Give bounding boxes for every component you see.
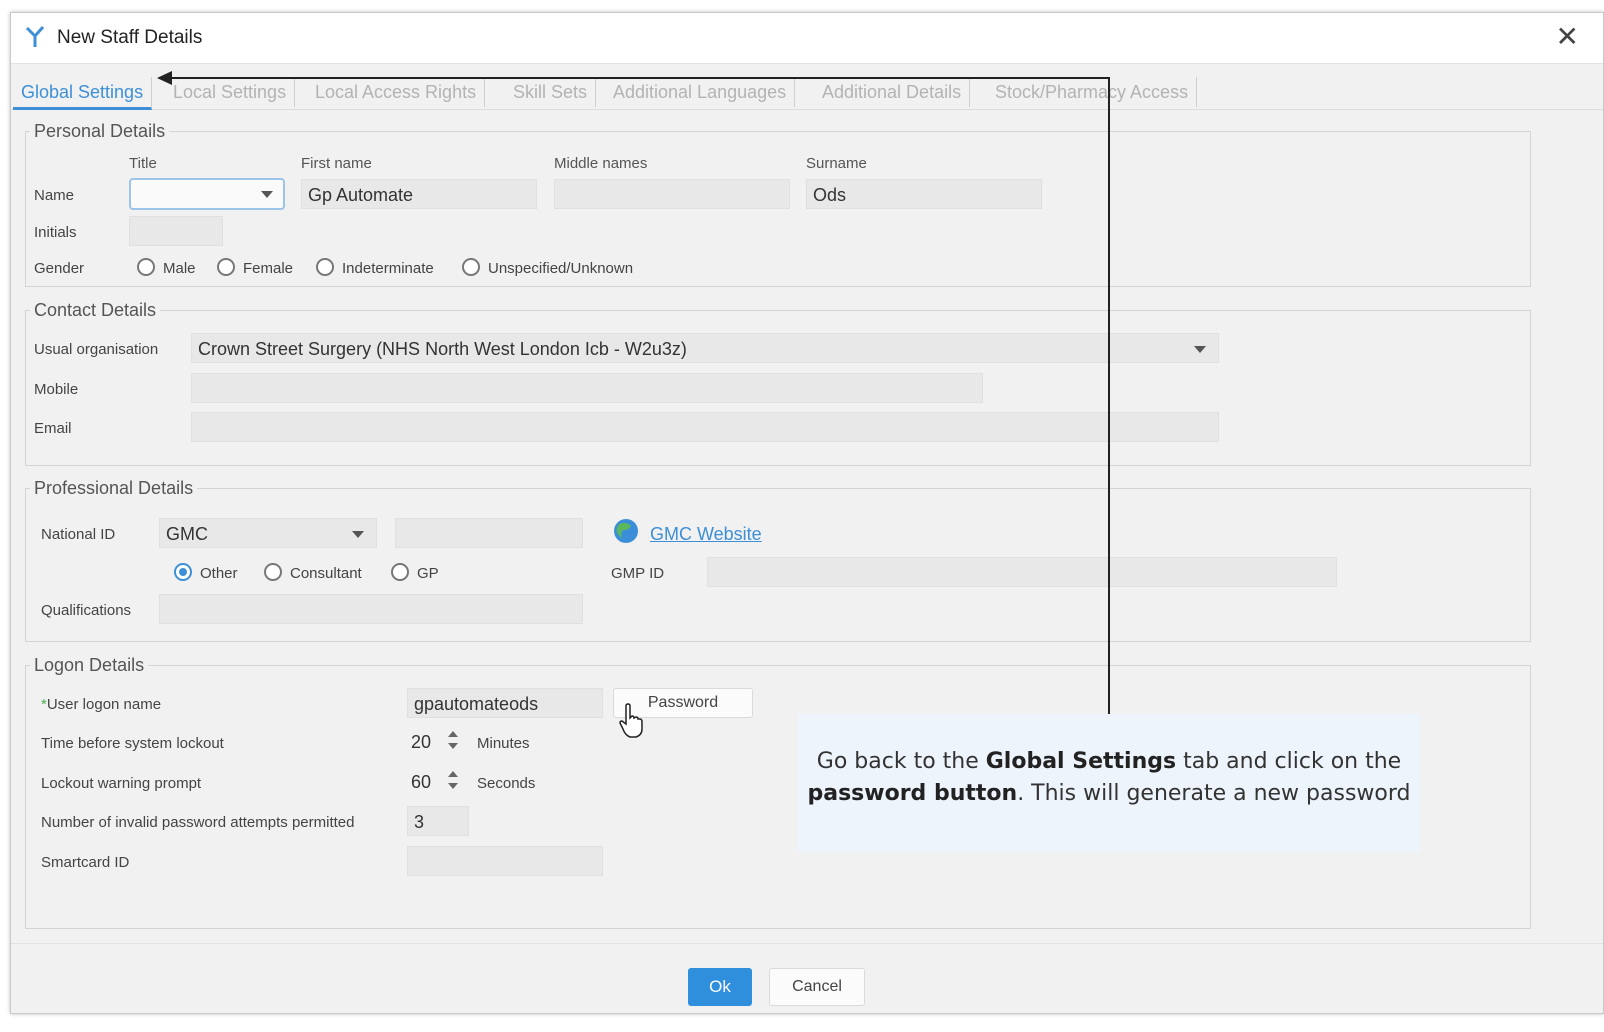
smartcard-label: Smartcard ID: [41, 854, 130, 871]
role-other-label: Other: [200, 565, 238, 582]
lockout-value[interactable]: 20: [411, 732, 431, 753]
role-gp-label: GP: [417, 565, 439, 582]
new-staff-details-dialog: New Staff Details ✕ Global Settings Loca…: [10, 12, 1604, 1014]
national-id-label: National ID: [41, 526, 116, 543]
chevron-down-icon: [352, 531, 364, 538]
role-other-radio[interactable]: [174, 563, 192, 581]
tab-local-access-rights[interactable]: Local Access Rights: [307, 77, 486, 107]
invalid-attempts-field[interactable]: 3: [407, 806, 469, 836]
first-name-field[interactable]: Gp Automate: [301, 179, 537, 209]
callout-text-2: tab and click on the: [1176, 749, 1402, 774]
qualifications-field[interactable]: [159, 594, 583, 624]
surname-header: Surname: [806, 155, 867, 172]
user-logon-label: *User logon name: [41, 696, 161, 713]
gender-label: Gender: [34, 260, 85, 277]
personal-details-legend: Personal Details: [34, 121, 166, 141]
lockout-label: Time before system lockout: [41, 735, 224, 752]
chevron-down-icon: [261, 191, 273, 198]
warning-spinner-icon[interactable]: [448, 769, 458, 791]
role-consultant-label: Consultant: [290, 565, 362, 582]
user-logon-label-text: User logon name: [46, 696, 162, 713]
cancel-button[interactable]: Cancel: [769, 968, 865, 1006]
invalid-attempts-label: Number of invalid password attempts perm…: [41, 814, 355, 831]
tutorial-callout: Go back to the Global Settings tab and c…: [798, 714, 1420, 852]
app-logo-icon: [25, 26, 45, 47]
qualifications-label: Qualifications: [41, 602, 132, 619]
smartcard-field[interactable]: [407, 846, 603, 876]
logon-details-legend: Logon Details: [34, 655, 145, 675]
tab-additional-languages[interactable]: Additional Languages: [605, 77, 796, 107]
gmp-id-field[interactable]: [707, 557, 1337, 587]
contact-details-legend: Contact Details: [34, 300, 157, 320]
middle-names-header: Middle names: [554, 155, 648, 172]
tab-skill-sets[interactable]: Skill Sets: [505, 77, 597, 107]
initials-field[interactable]: [129, 216, 223, 246]
title-header: Title: [129, 155, 157, 172]
middle-names-field[interactable]: [554, 179, 790, 209]
mobile-field[interactable]: [191, 373, 983, 403]
tab-bar: Global Settings Local Settings Local Acc…: [11, 69, 1603, 110]
gender-male-label: Male: [163, 260, 196, 277]
user-logon-field[interactable]: gpautomateods: [407, 688, 603, 718]
ok-button[interactable]: Ok: [688, 968, 752, 1006]
surname-field[interactable]: Ods: [806, 179, 1042, 209]
tab-additional-details[interactable]: Additional Details: [814, 77, 971, 107]
usual-organisation-label: Usual organisation: [34, 341, 159, 358]
name-label: Name: [34, 187, 75, 204]
initials-label: Initials: [34, 224, 77, 241]
dialog-title: New Staff Details: [57, 27, 203, 48]
first-name-header: First name: [301, 155, 372, 172]
callout-bold-1: Global Settings: [985, 749, 1177, 774]
gender-male-radio[interactable]: [137, 258, 155, 276]
globe-icon: [614, 519, 638, 543]
usual-organisation-select[interactable]: Crown Street Surgery (NHS North West Lon…: [191, 333, 1219, 363]
gender-female-label: Female: [243, 260, 294, 277]
close-icon[interactable]: ✕: [1556, 23, 1579, 51]
title-select[interactable]: [129, 178, 285, 210]
tab-local-settings[interactable]: Local Settings: [165, 77, 296, 107]
gmc-website-link[interactable]: GMC Website: [650, 524, 762, 545]
gender-unspecified-radio[interactable]: [462, 258, 480, 276]
usual-organisation-value: Crown Street Surgery (NHS North West Lon…: [198, 339, 687, 359]
chevron-down-icon: [1194, 346, 1206, 353]
gmp-id-label: GMP ID: [611, 565, 665, 582]
warning-prompt-label: Lockout warning prompt: [41, 775, 202, 792]
callout-text-1: Go back to the: [816, 749, 986, 774]
gender-indeterminate-label: Indeterminate: [342, 260, 434, 277]
email-field[interactable]: [191, 412, 1219, 442]
national-id-field[interactable]: [395, 518, 583, 548]
title-bar: New Staff Details ✕: [11, 13, 1603, 64]
role-consultant-radio[interactable]: [264, 563, 282, 581]
national-id-type-value: GMC: [166, 524, 208, 544]
gender-indeterminate-radio[interactable]: [316, 258, 334, 276]
gender-female-radio[interactable]: [217, 258, 235, 276]
tab-global-settings[interactable]: Global Settings: [13, 77, 153, 110]
warning-prompt-unit: Seconds: [477, 775, 536, 792]
professional-details-legend: Professional Details: [34, 478, 194, 498]
warning-prompt-value[interactable]: 60: [411, 772, 431, 793]
national-id-type-select[interactable]: GMC: [159, 518, 377, 548]
email-label: Email: [34, 420, 72, 437]
dialog-footer: Ok Cancel: [11, 943, 1603, 1014]
gender-unspecified-label: Unspecified/Unknown: [488, 260, 634, 277]
callout-bold-2: password button: [807, 781, 1018, 806]
hand-cursor-icon: [619, 703, 643, 738]
callout-text-3: . This will generate a new password: [1017, 781, 1411, 806]
tab-stock-pharmacy-access[interactable]: Stock/Pharmacy Access: [987, 77, 1198, 107]
mobile-label: Mobile: [34, 381, 79, 398]
lockout-unit: Minutes: [477, 735, 530, 752]
lockout-spinner-icon[interactable]: [448, 729, 458, 751]
role-gp-radio[interactable]: [391, 563, 409, 581]
